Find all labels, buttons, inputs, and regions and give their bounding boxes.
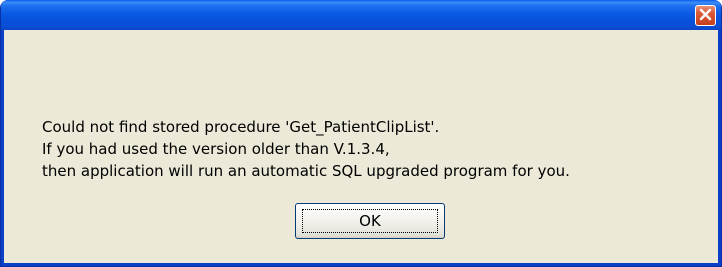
title-bar[interactable] (1, 0, 721, 30)
message-line-3: then application will run an automatic S… (42, 162, 570, 180)
message-dialog: Could not find stored procedure 'Get_Pat… (0, 0, 722, 267)
close-button[interactable] (695, 5, 716, 26)
message-line-1: Could not find stored procedure 'Get_Pat… (42, 118, 440, 136)
close-icon (699, 6, 712, 25)
ok-button[interactable]: OK (295, 203, 445, 239)
message-line-2: If you had used the version older than V… (42, 140, 390, 158)
message-text: Could not find stored procedure 'Get_Pat… (42, 116, 570, 182)
ok-button-label: OK (359, 212, 381, 230)
